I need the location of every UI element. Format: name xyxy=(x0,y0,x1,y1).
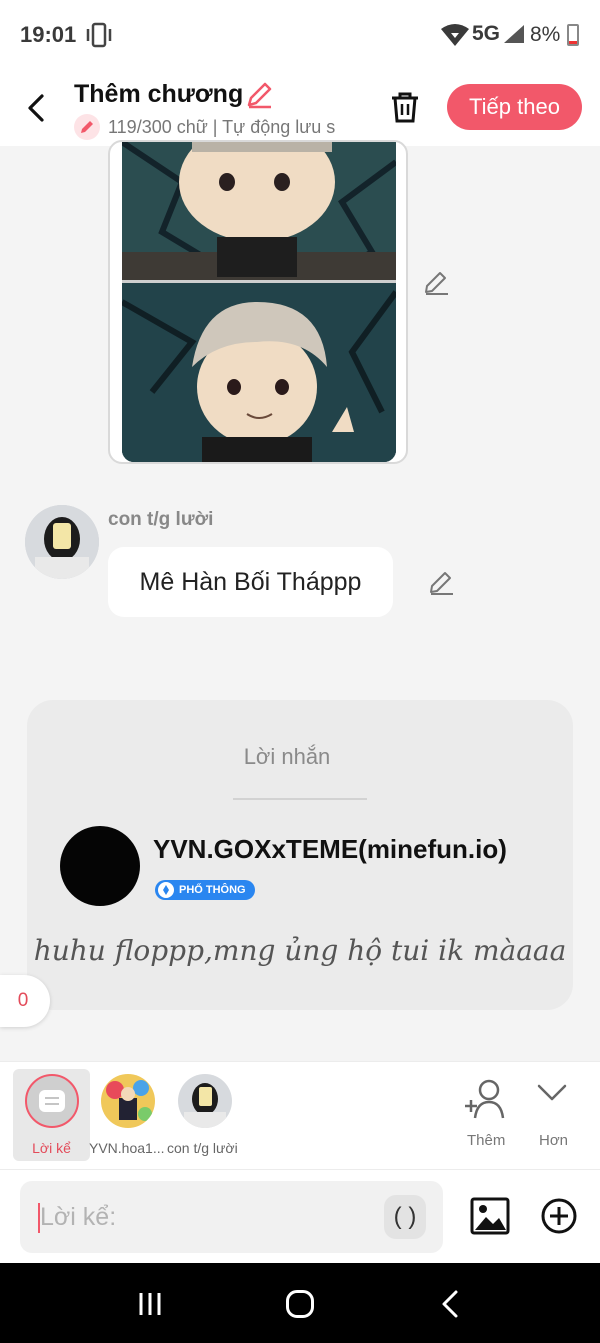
page-title: Thêm chương xyxy=(74,80,244,108)
system-nav-bar xyxy=(0,1263,600,1343)
narrator-label: Lời kể xyxy=(32,1140,71,1156)
back-arrow-icon[interactable] xyxy=(22,90,52,126)
edit-dialogue-pencil-icon[interactable] xyxy=(427,568,455,596)
edit-title-pencil-icon[interactable] xyxy=(244,80,274,110)
chevron-down-icon[interactable] xyxy=(536,1082,568,1104)
note-divider xyxy=(233,798,367,800)
header: Thêm chương 119/300 chữ | Tự động lưu s … xyxy=(0,72,600,146)
wifi-icon xyxy=(441,24,469,46)
character-label-2: con t/g lười xyxy=(167,1140,238,1156)
speaker-name: con t/g lười xyxy=(108,509,214,530)
note-author-avatar xyxy=(60,826,140,906)
character-label-1: YVN.hoa1... xyxy=(89,1140,165,1156)
note-message: huhu floppp,mng ủng hộ tui ik màaaa xyxy=(33,934,567,967)
trash-icon[interactable] xyxy=(388,90,422,124)
parenthesis-button[interactable]: ( ) xyxy=(384,1195,426,1239)
dialogue-bubble[interactable]: Mê Hàn Bối Tháppp xyxy=(108,547,393,617)
next-button[interactable]: Tiếp theo xyxy=(447,84,582,130)
tier-badge: PHỔ THÔNG xyxy=(155,880,255,900)
message-input[interactable] xyxy=(40,1181,380,1253)
insert-image-icon[interactable] xyxy=(470,1197,510,1235)
network-label: 5G xyxy=(472,22,501,45)
home-icon[interactable] xyxy=(286,1290,314,1318)
battery-percent: 8% xyxy=(530,23,561,46)
author-note-card: Lời nhắn YVN.GOXxTEME(minefun.io) PHỔ TH… xyxy=(27,700,573,1010)
note-title: Lời nhắn xyxy=(243,744,331,769)
character-narrator[interactable]: Lời kể xyxy=(13,1069,90,1161)
edit-image-pencil-icon[interactable] xyxy=(422,268,450,296)
more-label[interactable]: Hơn xyxy=(539,1132,568,1149)
pencil-badge-icon xyxy=(74,114,100,140)
story-illustration xyxy=(122,142,396,462)
add-circle-icon[interactable] xyxy=(541,1198,577,1234)
narrator-icon xyxy=(25,1074,79,1128)
subtitle-text: 119/300 chữ | Tự động lưu s xyxy=(108,116,336,137)
vibrate-icon xyxy=(86,22,112,48)
add-character-label[interactable]: Thêm xyxy=(467,1132,505,1149)
tier-label: PHỔ THÔNG xyxy=(179,884,246,896)
status-time: 19:01 xyxy=(20,22,77,47)
note-author-name: YVN.GOXxTEME(minefun.io) xyxy=(153,834,507,864)
recent-apps-icon[interactable] xyxy=(136,1290,164,1318)
diamond-icon xyxy=(158,882,174,898)
character-avatar-1[interactable] xyxy=(101,1074,155,1128)
comment-counter[interactable]: 0 xyxy=(0,975,50,1027)
composer-box: ( ) xyxy=(20,1181,443,1253)
illustration-art xyxy=(122,142,396,462)
character-bar: Lời kể YVN.hoa1... con t/g lười Thêm Hơn xyxy=(0,1061,600,1169)
add-character-icon[interactable] xyxy=(463,1076,509,1122)
signal-icon xyxy=(504,25,524,43)
battery-icon xyxy=(567,24,579,46)
word-count-subtitle: 119/300 chữ | Tự động lưu s xyxy=(74,114,364,140)
speaker-avatar[interactable] xyxy=(25,505,99,579)
system-back-icon[interactable] xyxy=(438,1289,462,1319)
status-bar: 19:01 5G 8% xyxy=(0,0,600,72)
character-avatar-2[interactable] xyxy=(178,1074,232,1128)
composer-row: ( ) xyxy=(0,1169,600,1263)
story-image-card[interactable] xyxy=(108,140,408,464)
